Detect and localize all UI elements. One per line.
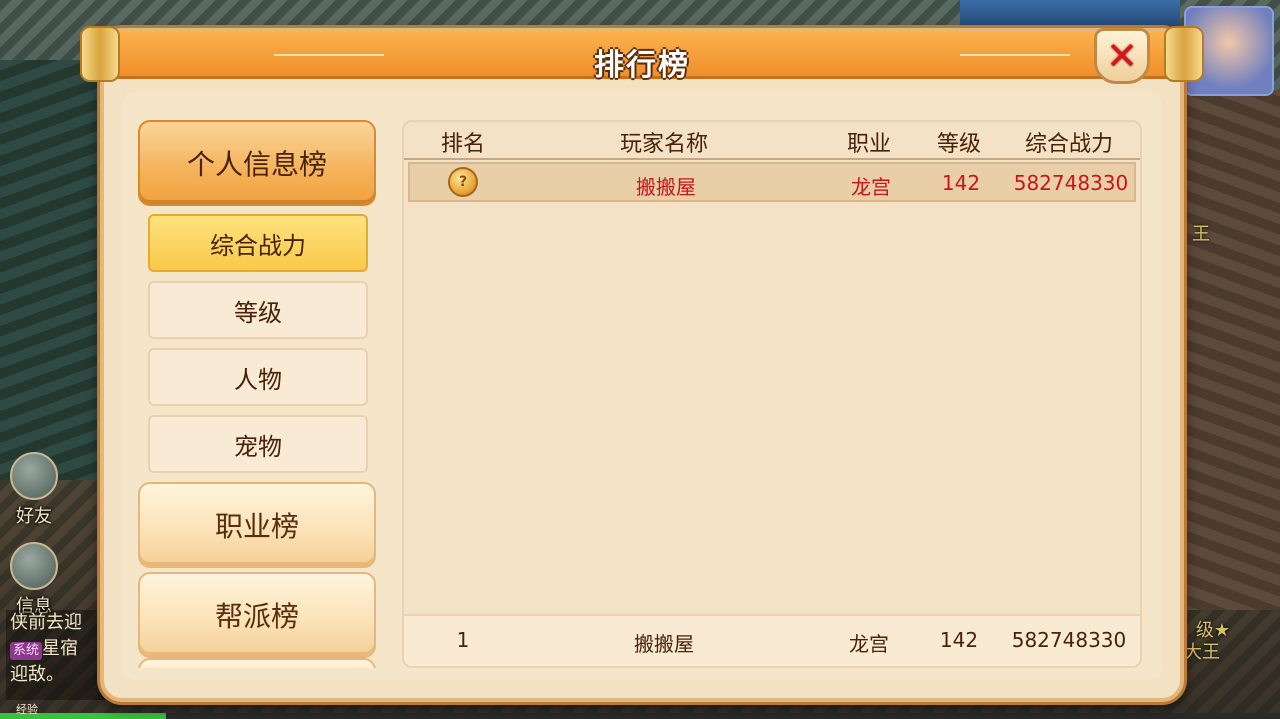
exp-label: 经验 bbox=[16, 703, 38, 716]
my-rank-row: 1 搬搬屋 龙宫 142 582748330 bbox=[404, 614, 1140, 666]
right-hud-text-1: 王 bbox=[1192, 224, 1210, 245]
gold-medal-icon: ? bbox=[448, 167, 478, 197]
chat-line-1: 侠前去迎 bbox=[10, 612, 82, 633]
exp-bar bbox=[0, 713, 1280, 719]
my-level: 142 bbox=[939, 628, 979, 652]
category-profession[interactable]: 职业榜 bbox=[138, 482, 376, 568]
my-rank-number: 1 bbox=[456, 628, 470, 652]
message-icon bbox=[10, 542, 58, 590]
friends-icon bbox=[10, 452, 58, 500]
category-next-partial[interactable] bbox=[138, 658, 376, 668]
subtab-combat-power[interactable]: 综合战力 bbox=[148, 214, 368, 272]
window-title-bar: 排行榜 bbox=[104, 32, 1180, 83]
header-profession: 职业 bbox=[846, 132, 891, 157]
chat-line-3: 迎敌。 bbox=[10, 664, 64, 685]
row-level: 142 bbox=[941, 171, 981, 195]
chat-box[interactable]: 侠前去迎 系统 星宿 迎敌。 bbox=[6, 610, 106, 700]
subtab-level[interactable]: 等级 bbox=[148, 281, 368, 339]
window-title: 排行榜 bbox=[594, 48, 690, 83]
category-guild[interactable]: 帮派榜 bbox=[138, 572, 376, 658]
table-header: 排名 玩家名称 职业 等级 综合战力 bbox=[404, 122, 1140, 160]
friends-button[interactable]: 好友 bbox=[8, 452, 60, 528]
chat-system-tag: 系统 bbox=[10, 642, 43, 660]
table-row[interactable]: ? 搬搬屋 龙宫 142 582748330 bbox=[408, 162, 1136, 202]
building-right bbox=[1170, 90, 1280, 610]
subtab-character[interactable]: 人物 bbox=[148, 348, 368, 406]
row-combat-power: 582748330 bbox=[1013, 171, 1129, 195]
row-profession: 龙宫 bbox=[851, 175, 891, 199]
friends-label: 好友 bbox=[16, 506, 52, 527]
scroll-ornament-left bbox=[80, 26, 120, 82]
my-combat-power: 582748330 bbox=[1011, 628, 1127, 652]
subtab-pet[interactable]: 宠物 bbox=[148, 415, 368, 473]
category-personal-info[interactable]: 个人信息榜 bbox=[138, 120, 376, 206]
header-player-name: 玩家名称 bbox=[619, 132, 708, 157]
ranking-category-menu: 个人信息榜 综合战力 等级 人物 宠物 职业榜 帮派榜 bbox=[138, 120, 378, 668]
ranking-table: 排名 玩家名称 职业 等级 综合战力 ? 搬搬屋 龙宫 142 58274833… bbox=[402, 120, 1142, 668]
chat-line-2: 系统 星宿 bbox=[10, 636, 106, 662]
my-profession: 龙宫 bbox=[849, 632, 889, 656]
close-button[interactable]: ✕ bbox=[1094, 28, 1150, 84]
top-status-strip bbox=[960, 0, 1180, 28]
scroll-ornament-right bbox=[1164, 26, 1204, 82]
roof-tiles-left bbox=[0, 60, 116, 480]
close-icon: ✕ bbox=[1106, 34, 1138, 78]
my-player-name: 搬搬屋 bbox=[634, 632, 694, 656]
header-level: 等级 bbox=[936, 132, 981, 157]
header-combat-power: 综合战力 bbox=[1024, 132, 1113, 157]
header-rank: 排名 bbox=[440, 132, 485, 157]
row-player-name: 搬搬屋 bbox=[636, 175, 696, 199]
messages-button[interactable]: 信息 bbox=[8, 542, 60, 618]
right-hud-text-3: 大王 bbox=[1184, 642, 1220, 663]
ranking-window: 排行榜 ✕ 个人信息榜 综合战力 等级 人物 宠物 职业榜 帮派榜 排名 玩家名… bbox=[80, 26, 1204, 702]
chat-line-2-text: 星宿 bbox=[42, 638, 79, 659]
